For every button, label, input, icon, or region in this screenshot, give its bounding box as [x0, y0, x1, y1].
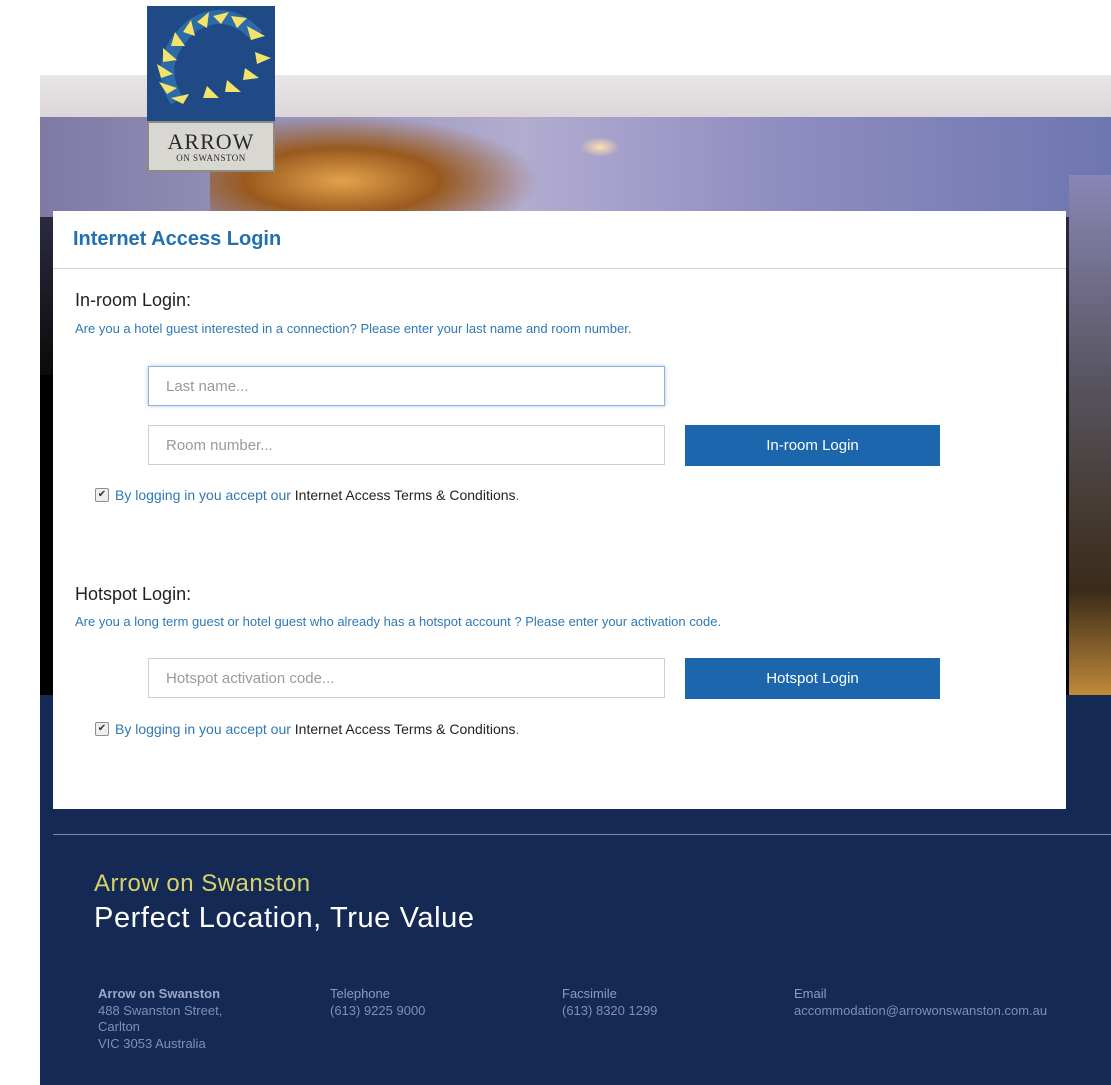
page-title: Internet Access Login	[73, 228, 282, 250]
hero-shadow	[40, 375, 54, 695]
hotspot-login-button-label: Hotspot Login	[766, 670, 859, 687]
footer-address-line3: VIC 3053 Australia	[98, 1035, 206, 1051]
hotspot-terms: ✔ By logging in you accept our Internet …	[95, 721, 519, 737]
footer-email-value[interactable]: accommodation@arrowonswanston.com.au	[794, 1003, 1047, 1020]
hotspot-terms-suffix: .	[515, 721, 520, 737]
inroom-terms: ✔ By logging in you accept our Internet …	[95, 487, 519, 503]
hero-building	[1069, 175, 1111, 695]
footer-facsimile-value: (613) 8320 1299	[562, 1002, 658, 1018]
hotel-logo: ARROW ON SWANSTON	[147, 6, 275, 172]
footer-brand: Arrow on Swanston	[94, 870, 311, 897]
inroom-terms-checkbox[interactable]: ✔	[95, 488, 109, 502]
hero-streetlight	[580, 137, 620, 157]
footer-telephone-value[interactable]: (613) 9225 9000	[330, 1003, 425, 1020]
footer-address-line2: Carlton	[98, 1019, 140, 1034]
footer-email: Email accommodation@arrowonswanston.com.…	[794, 986, 1047, 1019]
hotspot-terms-checkbox[interactable]: ✔	[95, 722, 109, 736]
logo-word: ARROW	[167, 128, 255, 154]
hotspot-terms-link[interactable]: Internet Access Terms & Conditions	[295, 721, 516, 737]
inroom-terms-suffix: .	[515, 487, 520, 503]
hotspot-section-title: Hotspot Login:	[75, 584, 192, 604]
footer-facsimile-label: Facsimile	[562, 986, 617, 1001]
footer-telephone-label: Telephone	[330, 986, 390, 1001]
inroom-terms-link[interactable]: Internet Access Terms & Conditions	[295, 487, 516, 503]
footer-facsimile: Facsimile (613) 8320 1299	[562, 986, 657, 1019]
panel-header: Internet Access Login	[53, 211, 1066, 269]
inroom-login-button[interactable]: In-room Login	[685, 425, 940, 466]
hotspot-terms-prefix: By logging in you accept our	[115, 721, 291, 737]
footer-address-name: Arrow on Swanston	[98, 986, 221, 1001]
logo-emblem	[147, 6, 275, 121]
room-number-input[interactable]	[148, 425, 665, 465]
inroom-terms-prefix: By logging in you accept our	[115, 487, 291, 503]
footer-address: Arrow on Swanston 488 Swanston Street, C…	[98, 986, 222, 1052]
inroom-section-title: In-room Login:	[75, 290, 192, 310]
footer-email-label: Email	[794, 986, 827, 1001]
hotspot-section-description: Are you a long term guest or hotel guest…	[75, 614, 722, 629]
hotspot-login-button[interactable]: Hotspot Login	[685, 658, 940, 699]
footer-telephone: Telephone (613) 9225 9000	[330, 986, 425, 1019]
inroom-section-description: Are you a hotel guest interested in a co…	[75, 321, 632, 336]
logo-wordmark: ARROW ON SWANSTON	[147, 121, 275, 172]
footer-tagline: Perfect Location, True Value	[94, 902, 475, 934]
footer-address-line1: 488 Swanston Street,	[98, 1002, 223, 1018]
last-name-input[interactable]	[148, 366, 665, 406]
hotspot-code-input[interactable]	[148, 658, 665, 698]
footer-divider	[53, 834, 1111, 835]
arrows-swirl-icon	[147, 6, 275, 121]
logo-subword: ON SWANSTON	[176, 152, 246, 163]
login-panel: Internet Access Login In-room Login: Are…	[53, 211, 1066, 809]
inroom-login-button-label: In-room Login	[766, 437, 859, 454]
